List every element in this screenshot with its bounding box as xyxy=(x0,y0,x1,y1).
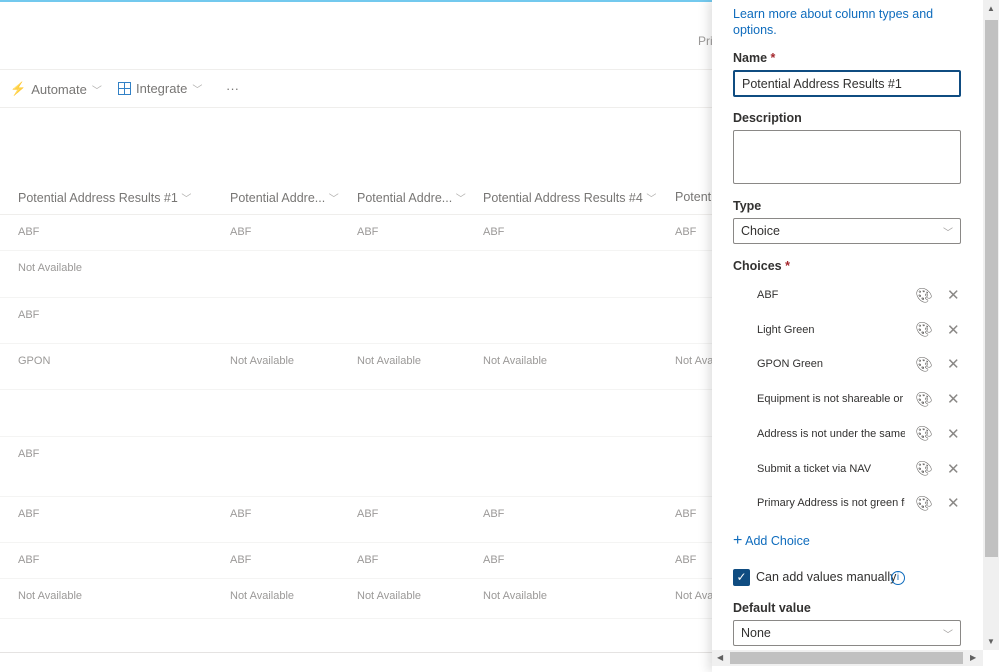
close-icon[interactable]: ✕ xyxy=(947,390,960,408)
overlay xyxy=(0,0,712,672)
choice-text[interactable]: Equipment is not shareable or in xyxy=(757,393,905,405)
choice-text[interactable]: Address is not under the same rc xyxy=(757,428,905,440)
palette-icon[interactable]: 🎨︎ xyxy=(915,460,933,477)
add-choice-button[interactable]: + Add Choice xyxy=(733,532,810,550)
can-add-manually-checkbox[interactable]: ✓ xyxy=(733,569,750,586)
description-label: Description xyxy=(733,111,802,125)
choice-text[interactable]: ABF xyxy=(757,289,905,301)
choice-item[interactable]: GPON Green 🎨︎ ✕ xyxy=(757,354,960,374)
scroll-right-icon[interactable]: ▶ xyxy=(970,653,976,662)
horizontal-scrollbar[interactable]: ◀ ▶ xyxy=(712,650,983,666)
choice-text[interactable]: GPON Green xyxy=(757,358,905,370)
choice-item[interactable]: ABF 🎨︎ ✕ xyxy=(757,285,960,305)
close-icon[interactable]: ✕ xyxy=(947,355,960,373)
choice-item[interactable]: Primary Address is not green for 🎨︎ ✕ xyxy=(757,493,960,513)
choice-item[interactable]: Submit a ticket via NAV 🎨︎ ✕ xyxy=(757,459,960,479)
scroll-left-icon[interactable]: ◀ xyxy=(717,653,723,662)
name-input[interactable]: Potential Address Results #1 xyxy=(733,70,961,97)
type-label: Type xyxy=(733,199,762,213)
palette-icon[interactable]: 🎨︎ xyxy=(915,287,933,304)
close-icon[interactable]: ✕ xyxy=(947,460,960,478)
palette-icon[interactable]: 🎨︎ xyxy=(915,321,933,338)
palette-icon[interactable]: 🎨︎ xyxy=(915,356,933,373)
type-dropdown[interactable]: Choice ﹀ xyxy=(733,218,961,244)
close-icon[interactable]: ✕ xyxy=(947,494,960,512)
name-label: Name * xyxy=(733,51,776,65)
default-value-dropdown[interactable]: None ﹀ xyxy=(733,620,961,646)
palette-icon[interactable]: 🎨︎ xyxy=(915,391,933,408)
info-icon[interactable]: i xyxy=(891,571,905,585)
choices-label: Choices * xyxy=(733,259,790,273)
close-icon[interactable]: ✕ xyxy=(947,321,960,339)
palette-icon[interactable]: 🎨︎ xyxy=(915,425,933,442)
column-settings-panel: Learn more about column types and option… xyxy=(712,0,999,672)
default-value-label: Default value xyxy=(733,601,811,615)
chevron-down-icon: ﹀ xyxy=(943,227,953,239)
scrollbar-thumb[interactable] xyxy=(985,20,998,557)
learn-more-link[interactable]: Learn more about column types and option… xyxy=(733,6,953,38)
choice-text[interactable]: Light Green xyxy=(757,324,905,336)
palette-icon[interactable]: 🎨︎ xyxy=(915,495,933,512)
close-icon[interactable]: ✕ xyxy=(947,425,960,443)
choice-item[interactable]: Equipment is not shareable or in 🎨︎ ✕ xyxy=(757,389,960,409)
vertical-scrollbar[interactable]: ▲ ▼ xyxy=(983,0,999,650)
plus-icon: + xyxy=(733,532,743,549)
list-background: Pri ⚡ Automate ﹀ Integrate ﹀ ··· Potenti… xyxy=(0,0,712,672)
description-textarea[interactable] xyxy=(733,130,961,184)
scroll-up-icon[interactable]: ▲ xyxy=(987,4,995,13)
choice-text[interactable]: Submit a ticket via NAV xyxy=(757,463,905,475)
choice-item[interactable]: Light Green 🎨︎ ✕ xyxy=(757,320,960,340)
choice-item[interactable]: Address is not under the same rc 🎨︎ ✕ xyxy=(757,424,960,444)
close-icon[interactable]: ✕ xyxy=(947,286,960,304)
scrollbar-thumb[interactable] xyxy=(730,652,963,664)
choice-text[interactable]: Primary Address is not green for xyxy=(757,497,905,509)
can-add-manually-label: Can add values manually xyxy=(756,570,897,584)
scroll-down-icon[interactable]: ▼ xyxy=(987,637,995,646)
chevron-down-icon: ﹀ xyxy=(943,629,953,641)
